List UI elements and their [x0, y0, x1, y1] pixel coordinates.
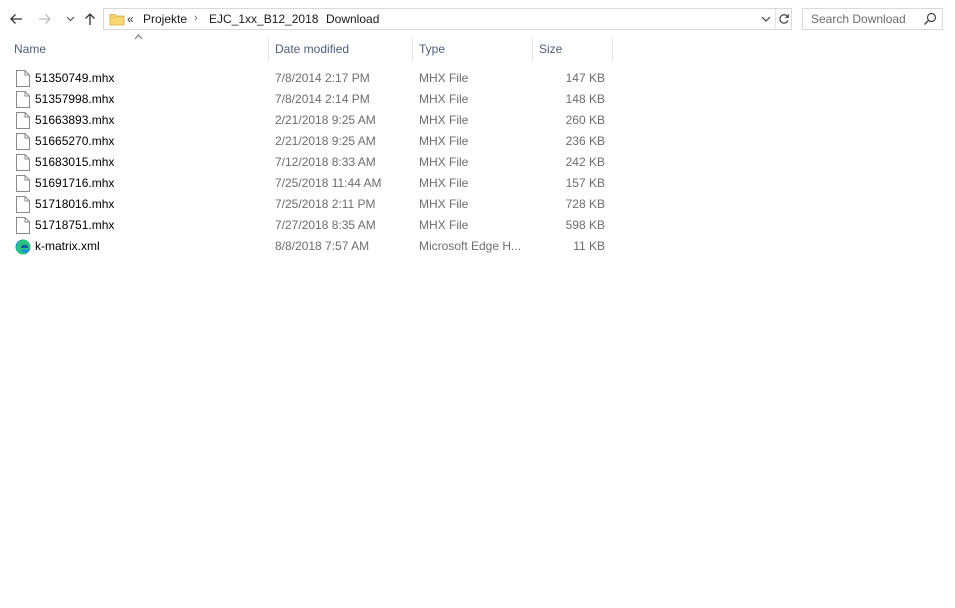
document-icon — [16, 196, 30, 213]
column-header-date-modified[interactable]: Date modified — [269, 38, 412, 62]
chevron-down-icon — [66, 16, 74, 22]
file-type: MHX File — [419, 71, 469, 85]
file-name: 51350749.mhx — [35, 71, 115, 85]
file-size: 236 KB — [565, 134, 605, 148]
file-row[interactable]: 51350749.mhx 7/8/2014 2:17 PM MHX File 1… — [9, 68, 612, 89]
file-row[interactable]: 51718751.mhx 7/27/2018 8:35 AM MHX File … — [9, 215, 612, 236]
document-icon — [16, 217, 30, 234]
file-date-modified: 8/8/2018 7:57 AM — [275, 239, 370, 253]
back-button[interactable] — [5, 8, 27, 30]
file-name: 51691716.mhx — [35, 176, 115, 190]
file-row[interactable]: 51683015.mhx 7/12/2018 8:33 AM MHX File … — [9, 152, 612, 173]
file-row[interactable]: k-matrix.xml 8/8/2018 7:57 AM Microsoft … — [9, 236, 612, 257]
file-date-modified: 2/21/2018 9:25 AM — [275, 113, 376, 127]
file-size: 260 KB — [565, 113, 605, 127]
file-size: 147 KB — [565, 71, 605, 85]
arrow-right-icon — [39, 14, 51, 24]
search-input[interactable] — [803, 9, 921, 29]
file-type: MHX File — [419, 92, 469, 106]
file-size: 728 KB — [565, 197, 605, 211]
file-type: MHX File — [419, 134, 469, 148]
file-name: k-matrix.xml — [35, 239, 100, 253]
file-row[interactable]: 51665270.mhx 2/21/2018 9:25 AM MHX File … — [9, 131, 612, 152]
document-icon — [16, 154, 30, 171]
column-header-size[interactable]: Size — [533, 38, 612, 62]
file-row[interactable]: 51718016.mhx 7/25/2018 2:11 PM MHX File … — [9, 194, 612, 215]
breadcrumb-download[interactable]: Download — [326, 12, 379, 26]
document-icon — [16, 91, 30, 108]
file-date-modified: 2/21/2018 9:25 AM — [275, 134, 376, 148]
column-resize-handle[interactable] — [612, 38, 613, 62]
file-name: 51663893.mhx — [35, 113, 115, 127]
file-size: 148 KB — [565, 92, 605, 106]
file-size: 598 KB — [565, 218, 605, 232]
address-bar[interactable]: « Projekte › EJC_1xx_B12_2018 › Download — [103, 8, 792, 30]
file-size: 11 KB — [573, 239, 605, 253]
address-history-dropdown[interactable] — [758, 9, 774, 29]
file-date-modified: 7/25/2018 11:44 AM — [275, 176, 382, 190]
file-size: 242 KB — [565, 155, 605, 169]
file-name: 51718016.mhx — [35, 197, 115, 211]
file-date-modified: 7/25/2018 2:11 PM — [275, 197, 376, 211]
arrow-up-icon — [85, 13, 95, 25]
refresh-icon — [778, 14, 789, 24]
document-icon — [16, 112, 30, 129]
file-type: MHX File — [419, 113, 469, 127]
folder-icon — [109, 14, 125, 26]
file-name: 51357998.mhx — [35, 92, 115, 106]
document-icon — [16, 175, 30, 192]
refresh-button[interactable] — [775, 9, 791, 29]
file-row[interactable]: 51691716.mhx 7/25/2018 11:44 AM MHX File… — [9, 173, 612, 194]
file-type: MHX File — [419, 176, 469, 190]
file-name: 51718751.mhx — [35, 218, 115, 232]
file-type: MHX File — [419, 218, 469, 232]
breadcrumb-separator-icon[interactable]: › — [312, 12, 316, 24]
file-row[interactable]: 51357998.mhx 7/8/2014 2:14 PM MHX File 1… — [9, 89, 612, 110]
address-toolbar: « Projekte › EJC_1xx_B12_2018 › Download — [0, 0, 955, 38]
up-button[interactable] — [79, 8, 101, 30]
file-type: Microsoft Edge H... — [419, 239, 522, 253]
edge-browser-icon — [15, 239, 31, 255]
file-row[interactable]: 51663893.mhx 2/21/2018 9:25 AM MHX File … — [9, 110, 612, 131]
breadcrumb-projekte[interactable]: Projekte — [143, 12, 187, 26]
file-size: 157 KB — [565, 176, 605, 190]
file-date-modified: 7/8/2014 2:14 PM — [275, 92, 370, 106]
file-name: 51683015.mhx — [35, 155, 115, 169]
file-type: MHX File — [419, 155, 469, 169]
file-date-modified: 7/12/2018 8:33 AM — [275, 155, 376, 169]
breadcrumb-separator-icon[interactable]: › — [194, 12, 198, 24]
column-header-type[interactable]: Type — [413, 38, 532, 62]
file-name: 51665270.mhx — [35, 134, 115, 148]
search-box[interactable] — [802, 8, 943, 30]
file-date-modified: 7/8/2014 2:17 PM — [275, 71, 370, 85]
arrow-left-icon — [10, 14, 22, 24]
breadcrumb-ejc-1xx-b12-2018[interactable]: EJC_1xx_B12_2018 — [209, 12, 318, 26]
chevron-down-icon — [761, 16, 771, 22]
file-date-modified: 7/27/2018 8:35 AM — [275, 218, 376, 232]
column-header-name[interactable]: Name — [8, 38, 268, 62]
file-type: MHX File — [419, 197, 469, 211]
document-icon — [16, 70, 30, 87]
document-icon — [16, 133, 30, 150]
recent-locations-button[interactable] — [59, 8, 81, 30]
search-icon[interactable] — [923, 12, 937, 26]
column-header-row: Name Date modified Type Size — [0, 34, 955, 62]
breadcrumb-overflow-button[interactable]: « — [127, 12, 134, 26]
forward-button[interactable] — [34, 8, 56, 30]
